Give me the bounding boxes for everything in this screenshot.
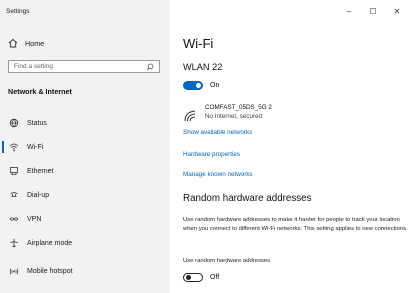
page-title: Wi-Fi — [183, 36, 214, 51]
home-nav-item[interactable]: Home — [8, 38, 44, 48]
random-hardware-description: Use random hardware addresses to make it… — [183, 217, 408, 233]
sidebar-item-label: VPN — [27, 215, 42, 223]
home-label: Home — [25, 38, 45, 48]
sidebar-item-wifi[interactable]: Wi-Fi — [0, 138, 170, 156]
show-available-networks-link[interactable]: Show available networks — [183, 129, 252, 136]
maximize-button[interactable]: ☐ — [361, 4, 385, 18]
sidebar-item-ethernet[interactable]: Ethernet — [0, 162, 170, 180]
random-hardware-title: Random hardware addresses — [183, 193, 312, 204]
sidebar-item-airplane-mode[interactable]: Airplane mode — [0, 234, 170, 252]
app-title: Settings — [6, 8, 30, 15]
close-button[interactable]: ✕ — [385, 4, 409, 18]
status-globe-icon — [8, 117, 20, 129]
wlan-toggle[interactable] — [183, 81, 203, 90]
window-controls: – ☐ ✕ — [337, 4, 409, 18]
hardware-properties-link[interactable]: Hardware properties — [183, 151, 240, 158]
wlan-toggle-label: On — [210, 82, 220, 89]
sidebar-item-label: Mobile hotspot — [27, 267, 73, 275]
dialup-icon — [8, 189, 20, 201]
sidebar-item-label: Wi-Fi — [27, 143, 44, 151]
random-hardware-toggle-caption: Use random hardware addresses — [183, 258, 271, 264]
ethernet-icon — [8, 165, 20, 177]
search-icon — [146, 63, 154, 70]
sidebar-item-vpn[interactable]: VPN — [0, 210, 170, 228]
toggle-knob — [186, 275, 191, 280]
airplane-icon — [8, 237, 20, 249]
sidebar-item-dialup[interactable]: Dial-up — [0, 186, 170, 204]
sidebar-item-label: Airplane mode — [27, 239, 73, 247]
sidebar-item-label: Dial-up — [27, 191, 50, 199]
main-content: – ☐ ✕ Wi-Fi WLAN 22 On COMFAST_05DS_5G 2… — [170, 0, 415, 293]
wifi-icon — [8, 141, 20, 153]
minimize-button[interactable]: – — [337, 4, 361, 18]
settings-search-input[interactable]: Find a setting — [8, 60, 160, 73]
random-hardware-toggle-state: Off — [210, 274, 220, 281]
sidebar: Settings Home Find a setting Network & I… — [0, 0, 170, 293]
random-hardware-toggle[interactable] — [183, 273, 203, 282]
sidebar-item-label: Status — [27, 119, 47, 127]
settings-window: Settings Home Find a setting Network & I… — [0, 0, 415, 293]
sidebar-item-status[interactable]: Status — [0, 114, 170, 132]
manage-known-networks-link[interactable]: Manage known networks — [183, 171, 253, 178]
sidebar-item-mobile-hotspot[interactable]: Mobile hotspot — [0, 262, 170, 280]
toggle-knob — [196, 83, 201, 88]
network-name[interactable]: COMFAST_05DS_5G 2 — [205, 104, 272, 111]
hotspot-icon — [8, 265, 20, 277]
home-icon — [8, 38, 18, 48]
network-status: No Internet, secured — [205, 113, 263, 120]
section-title: Network & Internet — [8, 87, 72, 96]
sidebar-item-label: Ethernet — [27, 167, 54, 175]
vpn-icon — [8, 213, 20, 225]
wifi-signal-icon[interactable] — [183, 108, 197, 122]
search-placeholder: Find a setting — [14, 63, 54, 70]
wlan-title: WLAN 22 — [183, 62, 223, 72]
